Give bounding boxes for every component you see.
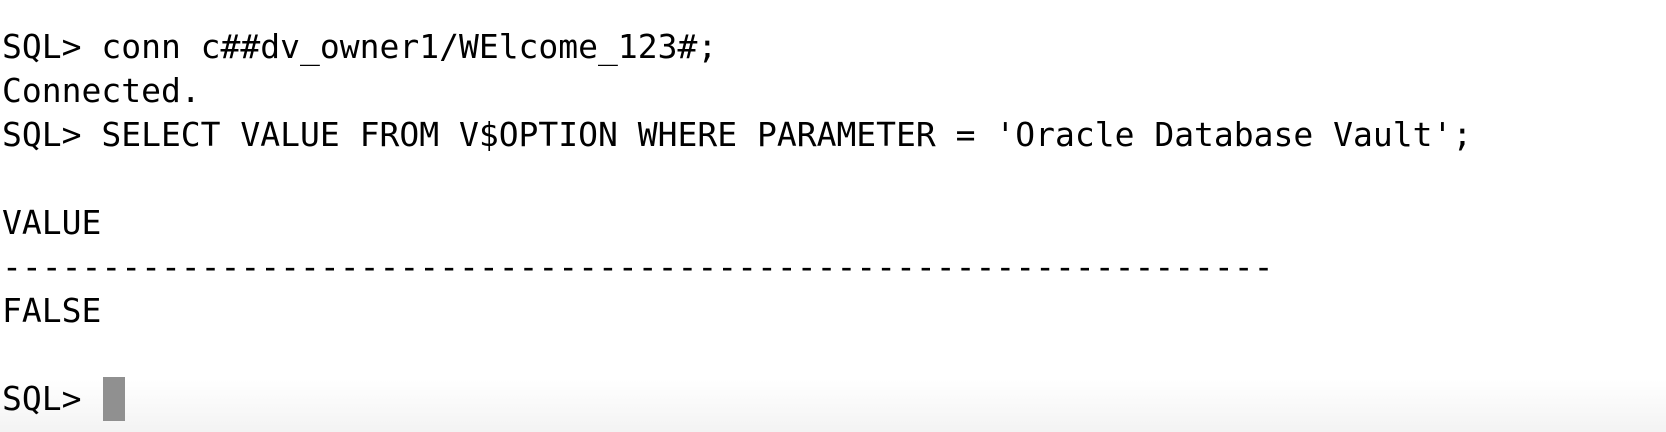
column-header: VALUE: [2, 203, 102, 242]
sql-prompt: SQL>: [2, 379, 102, 418]
active-prompt-line[interactable]: SQL>: [2, 377, 126, 421]
result-value: FALSE: [2, 291, 102, 330]
select-command-line: SQL> SELECT VALUE FROM V$OPTION WHERE PA…: [2, 115, 1473, 154]
connected-message: Connected.: [2, 71, 201, 110]
text-cursor: [103, 377, 126, 421]
column-separator: ----------------------------------------…: [2, 247, 1274, 286]
terminal-window[interactable]: SQL> conn c##dv_owner1/WElcome_123#; Con…: [0, 0, 1666, 432]
connect-command-line: SQL> conn c##dv_owner1/WElcome_123#;: [2, 27, 718, 66]
